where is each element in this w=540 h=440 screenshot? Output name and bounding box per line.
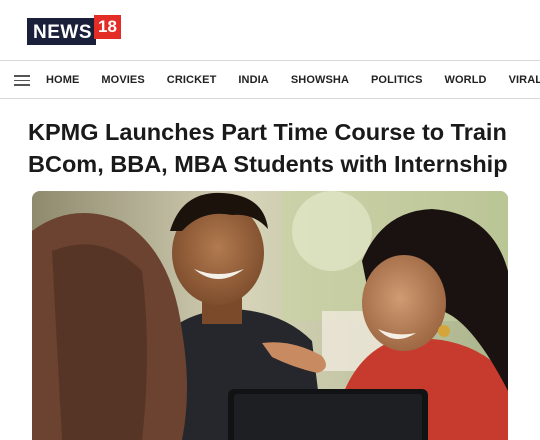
logo-word: NEWS [27,18,96,45]
students-laughing-photo [32,191,508,440]
main-navigation: HOME MOVIES CRICKET INDIA SHOWSHA POLITI… [0,60,540,99]
nav-item-cricket[interactable]: CRICKET [167,74,217,86]
logo-number: 18 [94,15,121,39]
site-header: NEWS 18 [0,0,540,60]
article-hero-image[interactable] [32,191,508,440]
nav-item-showsha[interactable]: SHOWSHA [291,74,349,86]
nav-item-home[interactable]: HOME [46,74,79,86]
nav-items: HOME MOVIES CRICKET INDIA SHOWSHA POLITI… [46,61,540,98]
nav-item-world[interactable]: WORLD [445,74,487,86]
nav-item-india[interactable]: INDIA [238,74,268,86]
nav-item-viral[interactable]: VIRAL [509,74,540,86]
hamburger-icon[interactable] [14,75,30,86]
article-headline: KPMG Launches Part Time Course to Train … [28,119,508,177]
nav-item-movies[interactable]: MOVIES [101,74,144,86]
nav-item-politics[interactable]: POLITICS [371,74,423,86]
news18-logo[interactable]: NEWS 18 [27,15,121,45]
